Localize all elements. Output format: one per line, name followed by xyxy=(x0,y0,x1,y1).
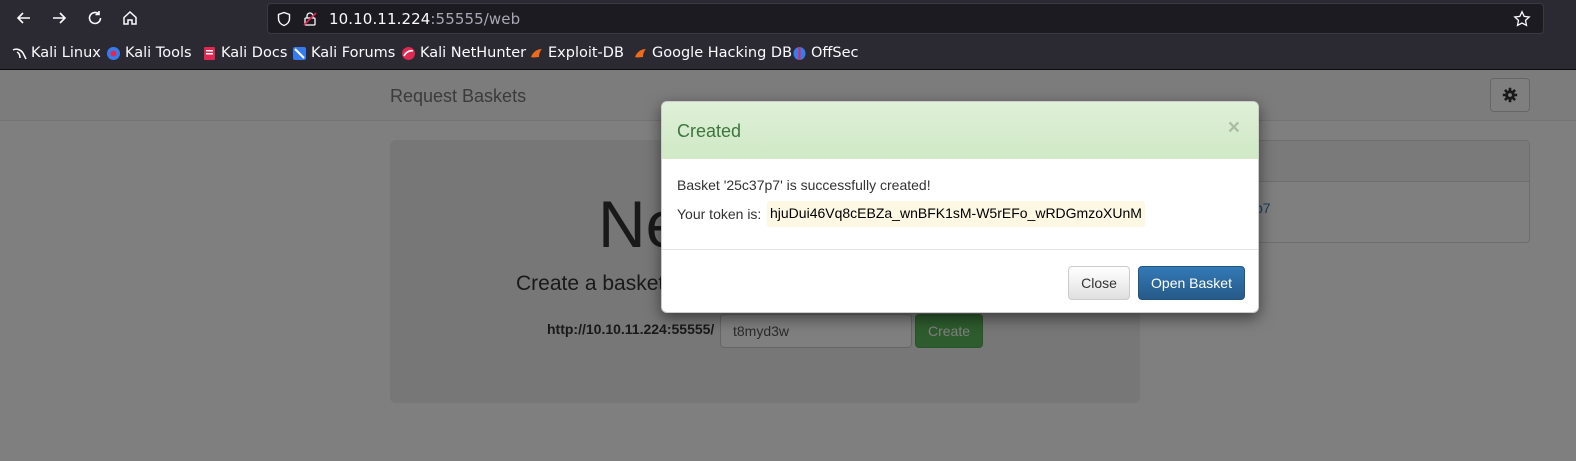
reload-button[interactable] xyxy=(83,6,107,30)
kali-forums-icon xyxy=(293,46,306,60)
bookmark-kali-nethunter[interactable]: Kali NetHunter xyxy=(401,45,526,61)
arrow-right-icon xyxy=(53,12,67,24)
modal-header: Created × xyxy=(662,102,1258,159)
back-button[interactable] xyxy=(12,6,36,30)
shield-icon[interactable] xyxy=(276,11,292,27)
bookmark-offsec[interactable]: OffSec xyxy=(792,45,859,61)
modal-title: Created xyxy=(677,121,742,141)
kali-nethunter-icon xyxy=(402,46,415,60)
browser-toolbar: 10.10.11.224:55555/web xyxy=(0,0,1576,37)
token-value[interactable]: hjuDui46Vq8cEBZa_wnBFK1sM-W5rEFo_wRDGmzo… xyxy=(767,201,1145,227)
arrow-left-icon xyxy=(16,12,30,24)
url-bar[interactable]: 10.10.11.224:55555/web xyxy=(267,3,1544,34)
kali-dragon-icon xyxy=(12,47,27,59)
home-icon xyxy=(123,10,137,25)
modal-body: Basket '25c37p7' is successfully created… xyxy=(662,159,1258,249)
bookmarks-toolbar: Kali Linux Kali Tools Kali Docs Kali For… xyxy=(0,37,1576,70)
url-text[interactable]: 10.10.11.224:55555/web xyxy=(329,10,520,28)
exploit-db-icon xyxy=(531,48,542,57)
kali-tools-icon xyxy=(107,46,120,60)
bookmark-kali-docs[interactable]: Kali Docs xyxy=(202,45,287,61)
bookmark-kali-forums[interactable]: Kali Forums xyxy=(292,45,395,61)
created-modal: Created × Basket '25c37p7' is successful… xyxy=(661,101,1259,313)
bookmark-label: Kali Tools xyxy=(125,45,192,61)
bookmark-kali-linux[interactable]: Kali Linux xyxy=(12,45,101,61)
bookmark-exploit-db[interactable]: Exploit-DB xyxy=(529,45,624,61)
bookmark-label: Kali NetHunter xyxy=(420,45,527,61)
bookmark-label: Kali Forums xyxy=(311,45,396,61)
success-message: Basket '25c37p7' is successfully created… xyxy=(677,177,931,193)
bookmark-label: OffSec xyxy=(811,45,859,61)
reload-icon xyxy=(88,11,102,25)
bookmark-label: Google Hacking DB xyxy=(652,45,793,61)
bookmark-google-hacking-db[interactable]: Google Hacking DB xyxy=(633,45,792,61)
bookmark-kali-tools[interactable]: Kali Tools xyxy=(106,45,192,61)
url-path: :55555/web xyxy=(430,10,521,28)
insecure-lock-icon[interactable] xyxy=(302,11,318,27)
open-basket-button[interactable]: Open Basket xyxy=(1138,266,1245,300)
token-label: Your token is: xyxy=(677,206,762,222)
forward-button[interactable] xyxy=(47,6,71,30)
ghdb-icon xyxy=(635,48,646,57)
bookmark-label: Exploit-DB xyxy=(548,45,624,61)
url-host: 10.10.11.224 xyxy=(329,10,431,28)
close-button[interactable]: Close xyxy=(1068,266,1130,300)
close-icon[interactable]: × xyxy=(1228,117,1240,138)
offsec-icon xyxy=(793,46,806,60)
star-bookmark-icon[interactable] xyxy=(1513,10,1531,28)
kali-docs-icon xyxy=(204,46,215,60)
home-button[interactable] xyxy=(118,6,142,30)
modal-footer: Close Open Basket xyxy=(662,249,1258,312)
bookmark-label: Kali Docs xyxy=(221,45,288,61)
bookmark-label: Kali Linux xyxy=(31,45,101,61)
